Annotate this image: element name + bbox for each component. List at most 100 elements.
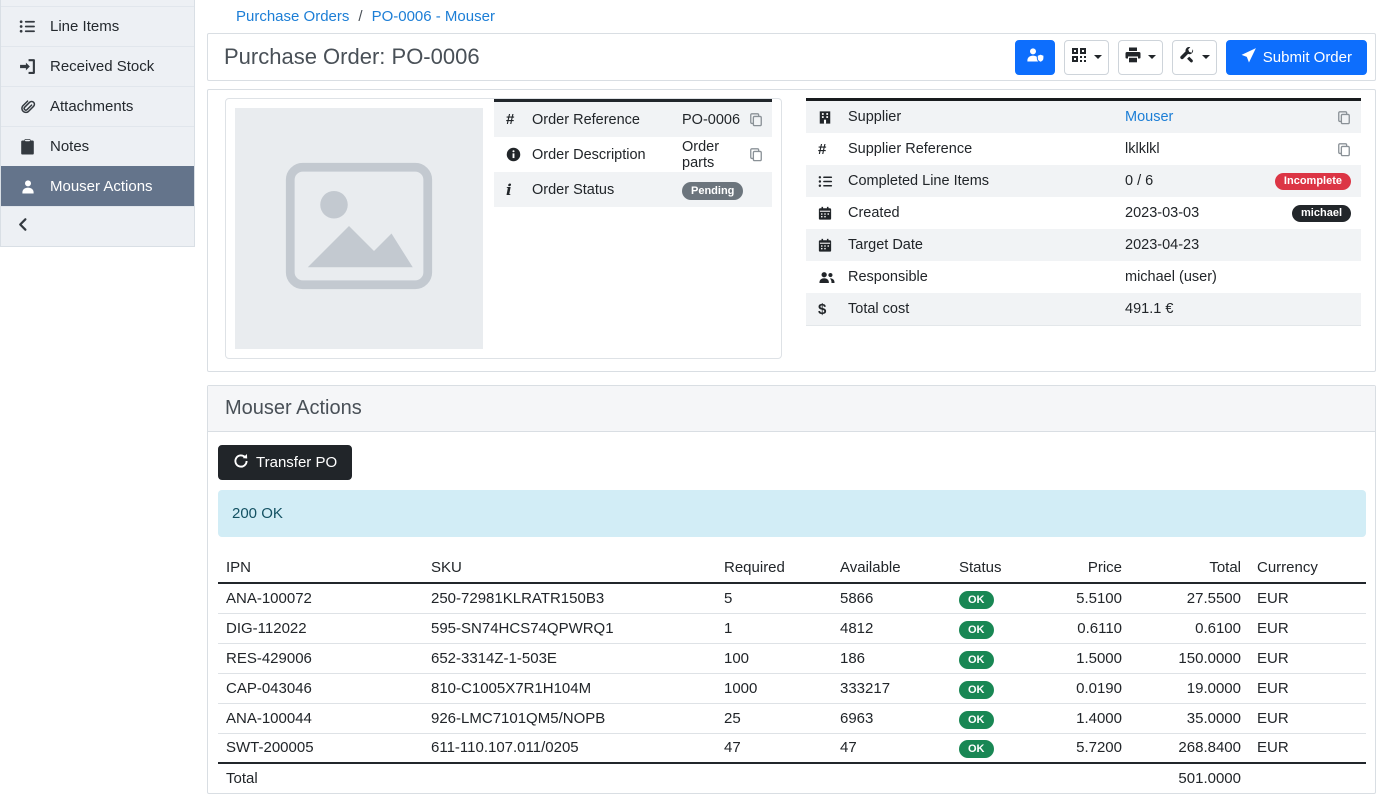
sidebar-collapse-button[interactable] [1,206,194,246]
ok-badge: OK [959,621,994,639]
cell-available: 5866 [832,583,951,613]
table-header-row: IPN SKU Required Available Status Price … [218,553,1366,583]
chevron-down-icon [1148,55,1156,59]
sidebar-item-label: Notes [50,138,89,155]
col-currency[interactable]: Currency [1249,553,1366,583]
paperclip-icon [18,99,37,115]
user-icon [18,179,37,195]
sidebar-item-line-items[interactable]: Line Items [1,6,194,46]
list-icon [18,18,37,35]
print-menu-button[interactable] [1118,40,1163,75]
paper-plane-icon [1241,48,1256,67]
detail-row-completed-line-items: Completed Line Items 0 / 6 Incomplete [806,165,1361,197]
detail-row-total-cost: $ Total cost 491.1 € [806,293,1361,325]
table-row: ANA-100044 926-LMC7101QM5/NOPB 25 6963 O… [218,703,1366,733]
status-alert-text: 200 OK [232,505,283,522]
main-content: Purchase Orders / PO-0006 - Mouser Purch… [195,0,1383,794]
cell-available: 186 [832,643,951,673]
panel-body: Transfer PO 200 OK IPN SKU Required Avai… [208,432,1375,793]
calendar-icon [818,238,848,253]
chevron-left-icon [16,217,31,237]
sidebar: Line Items Received Stock Attachments No… [0,0,195,247]
cell-currency: EUR [1249,583,1366,613]
options-menu-button[interactable] [1172,40,1217,75]
cell-sku: 595-SN74HCS74QPWRQ1 [423,613,716,643]
status-badge-pending: Pending [682,182,743,200]
sidebar-item-attachments[interactable]: Attachments [1,86,194,126]
user-badge: michael [1292,205,1351,222]
copy-icon[interactable] [1337,142,1351,157]
col-available[interactable]: Available [832,553,951,583]
breadcrumb-link-current-order[interactable]: PO-0006 - Mouser [372,8,495,25]
detail-row-order-status: i Order Status Pending [494,172,772,207]
image-placeholder-icon [284,160,434,297]
order-info-table: Supplier Mouser # Supplier Reference lkl… [806,98,1361,326]
page-header-panel: Purchase Order: PO-0006 [207,33,1376,81]
page-title: Purchase Order: PO-0006 [224,44,480,70]
copy-icon[interactable] [1337,110,1351,125]
admin-button[interactable] [1015,40,1055,75]
table-row: DIG-112022 595-SN74HCS74QPWRQ1 1 4812 OK… [218,613,1366,643]
cell-currency: EUR [1249,703,1366,733]
cell-status: OK [951,673,1036,703]
cell-ipn: CAP-043046 [218,673,423,703]
cell-sku: 652-3314Z-1-503E [423,643,716,673]
barcode-menu-button[interactable] [1064,40,1109,75]
cell-price: 1.5000 [1036,643,1130,673]
cell-price: 5.5100 [1036,583,1130,613]
col-ipn[interactable]: IPN [218,553,423,583]
detail-row-order-description: Order Description Order parts [494,137,772,172]
cell-required: 1 [716,613,832,643]
cell-ipn: DIG-112022 [218,613,423,643]
copy-icon[interactable] [749,147,763,162]
hash-icon: # [818,141,848,158]
col-status[interactable]: Status [951,553,1036,583]
breadcrumb-separator: / [358,8,362,25]
cell-available: 333217 [832,673,951,703]
cell-required: 47 [716,733,832,763]
sidebar-item-notes[interactable]: Notes [1,126,194,166]
footer-total: 501.0000 [1130,763,1249,793]
detail-row-created: Created 2023-03-03 michael [806,197,1361,229]
cell-price: 1.4000 [1036,703,1130,733]
cell-ipn: SWT-200005 [218,733,423,763]
cell-price: 0.6110 [1036,613,1130,643]
cell-total: 268.8400 [1130,733,1249,763]
table-row: RES-429006 652-3314Z-1-503E 100 186 OK 1… [218,643,1366,673]
cell-status: OK [951,613,1036,643]
col-price[interactable]: Price [1036,553,1130,583]
footer-label: Total [218,763,423,793]
col-required[interactable]: Required [716,553,832,583]
transfer-po-button[interactable]: Transfer PO [218,445,352,480]
cell-required: 1000 [716,673,832,703]
sidebar-item-label: Line Items [50,18,119,35]
cell-ipn: ANA-100072 [218,583,423,613]
sidebar-item-label: Mouser Actions [50,178,153,195]
col-sku[interactable]: SKU [423,553,716,583]
users-icon [818,270,848,285]
incomplete-badge: Incomplete [1275,173,1351,190]
supplier-link[interactable]: Mouser [1125,109,1173,125]
sidebar-item-mouser-actions[interactable]: Mouser Actions [1,166,194,206]
printer-icon [1125,47,1141,67]
sign-in-icon [18,58,37,75]
building-icon [818,110,848,125]
status-alert: 200 OK [218,490,1366,537]
hash-icon: # [506,111,532,128]
chevron-down-icon [1094,55,1102,59]
cell-total: 27.5500 [1130,583,1249,613]
transfer-po-label: Transfer PO [256,454,337,471]
cell-status: OK [951,583,1036,613]
ok-badge: OK [959,681,994,699]
col-total[interactable]: Total [1130,553,1249,583]
sidebar-item-received-stock[interactable]: Received Stock [1,46,194,86]
copy-icon[interactable] [749,112,763,127]
image-placeholder [235,108,483,349]
submit-order-button[interactable]: Submit Order [1226,40,1367,75]
cell-currency: EUR [1249,643,1366,673]
user-shield-icon [1025,47,1045,67]
ok-badge: OK [959,591,994,609]
breadcrumb-link-purchase-orders[interactable]: Purchase Orders [236,8,349,25]
header-actions: Submit Order [1015,40,1367,75]
cell-sku: 611-110.107.011/0205 [423,733,716,763]
